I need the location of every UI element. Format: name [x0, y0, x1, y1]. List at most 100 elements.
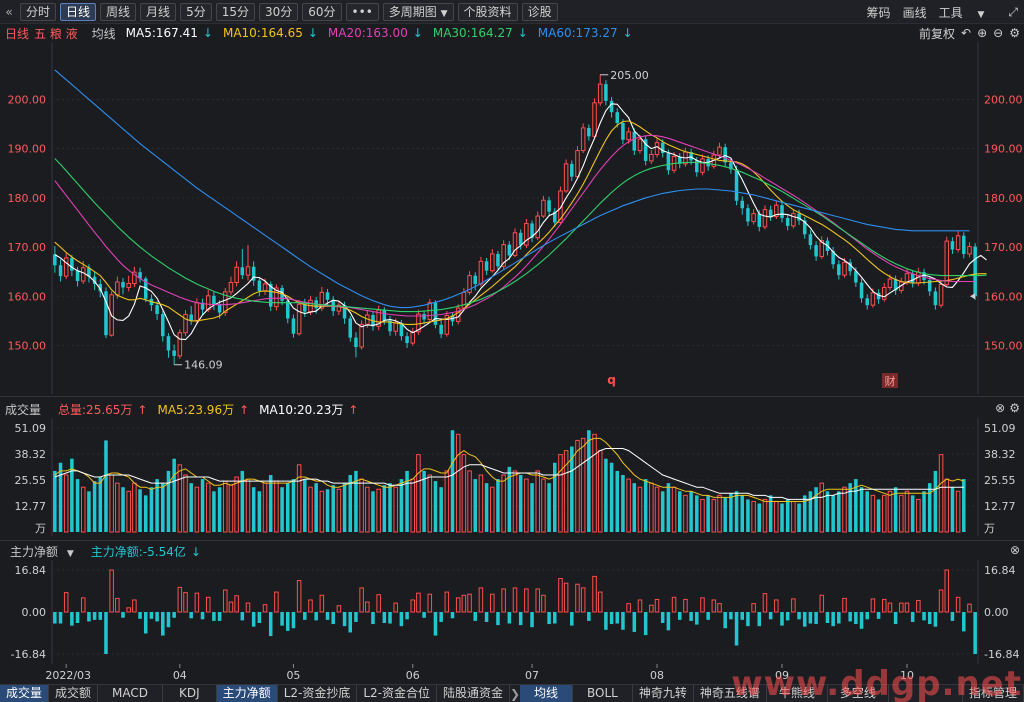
more-periods-button[interactable]: •••	[345, 2, 379, 21]
close-icon[interactable]: ⊗	[995, 401, 1005, 415]
candle-body	[212, 295, 216, 305]
candle-body	[473, 275, 477, 284]
period-60min-button[interactable]: 60分	[302, 2, 342, 21]
period-monthly-button[interactable]: 月线	[140, 2, 177, 21]
flow-panel-header: 主力净额 ▼ 主力净额:-5.54亿 ↓ ⊗	[0, 543, 1024, 559]
flow-bar	[268, 612, 273, 637]
volume-bar	[325, 489, 330, 532]
period-5min-button[interactable]: 5分	[180, 2, 212, 21]
flow-bar	[155, 612, 159, 622]
expand-icon[interactable]: ⤢	[1008, 5, 1018, 20]
flow-bar	[530, 612, 534, 628]
volume-bar	[746, 499, 750, 532]
period-weekly-button[interactable]: 周线	[100, 2, 137, 21]
multi-period-dropdown[interactable]: 多周期图 ▼	[382, 2, 454, 21]
candle-body	[842, 261, 847, 276]
stock-info-button[interactable]: 个股资料	[457, 2, 518, 21]
flow-bar	[217, 612, 222, 621]
volume-bar	[205, 482, 211, 533]
flow-bar	[177, 586, 183, 613]
close-icon[interactable]: ⊗	[1010, 543, 1020, 557]
candle-body	[161, 314, 165, 337]
candle-body	[757, 213, 762, 227]
settings-gear-icon[interactable]: ⚙	[1009, 401, 1020, 415]
candle-body	[808, 234, 813, 246]
tab-turnover[interactable]: 成交额	[49, 685, 99, 702]
tools-menu[interactable]: 工具 ▼	[939, 4, 997, 21]
adjust-dropdown[interactable]: 前复权	[919, 25, 955, 42]
zoom-in-icon[interactable]: ⊕	[977, 26, 987, 40]
volume-bar	[291, 479, 296, 532]
volume-bar	[785, 499, 790, 532]
candle-body	[734, 169, 739, 201]
chips-button[interactable]: 筹码	[867, 4, 891, 21]
volume-ma5-value: MA5:23.96万	[157, 402, 235, 417]
tab-northbound-funds[interactable]: 陆股通资金	[437, 685, 511, 702]
price-tick-left: 190.00	[8, 143, 47, 156]
flow-bar	[314, 612, 318, 621]
tab-macd[interactable]: MACD	[98, 685, 164, 702]
tab-main-net-flow[interactable]: 主力净额	[216, 685, 278, 702]
flow-bar	[427, 593, 433, 613]
flow-bar	[365, 601, 370, 613]
volume-bar	[621, 475, 625, 532]
flow-label[interactable]: 主力净额 ▼	[5, 543, 74, 560]
period-30min-button[interactable]: 30分	[258, 2, 299, 21]
flow-bar	[700, 597, 705, 613]
volume-bar	[774, 500, 779, 533]
flow-bar	[461, 594, 467, 613]
volume-bar	[592, 433, 597, 533]
price-tick-left: 170.00	[8, 241, 47, 254]
candle-body	[183, 314, 188, 334]
tab-l2-bottom-fishing[interactable]: L2-资金抄底	[278, 685, 358, 702]
volume-bar	[734, 491, 739, 532]
undo-icon[interactable]: ↶	[961, 26, 971, 40]
chevron-right-icon[interactable]: ❯	[510, 687, 520, 701]
volume-bar	[251, 487, 256, 532]
volume-bar	[365, 486, 370, 533]
flow-chart[interactable]: 16.84 16.84 0.00 0.00 -16.84 -16.84	[0, 560, 1024, 664]
tab-moving-average[interactable]: 均线	[520, 685, 574, 702]
volume-bar	[751, 500, 756, 533]
tab-magic-nine[interactable]: 神奇九转	[633, 685, 694, 702]
tab-kdj[interactable]: KDJ	[163, 685, 217, 702]
volume-label[interactable]: 成交量	[5, 401, 41, 418]
flow-bar	[245, 602, 251, 613]
price-chart[interactable]: 200.00 200.00 190.00 190.00 180.00 180.00 170.…	[0, 42, 1024, 394]
double-chevron-left-icon[interactable]: «	[2, 5, 16, 19]
price-tick-right: 180.00	[984, 192, 1023, 205]
ma5-value: MA5:167.41	[125, 26, 198, 40]
flow-bar	[729, 612, 733, 620]
candle-body	[75, 270, 80, 282]
volume-chart[interactable]: 51.09 51.09 38.32 38.32 25.55 25.55 12.77 12.77…	[0, 418, 1024, 536]
draw-line-button[interactable]: 画线	[903, 4, 927, 21]
flow-bar	[262, 604, 268, 613]
diagnose-button[interactable]: 诊股	[521, 2, 558, 21]
tab-l2-fund-position[interactable]: L2-资金合位	[357, 685, 437, 702]
period-daily-button[interactable]: 日线	[60, 2, 97, 21]
tab-boll[interactable]: BOLL	[573, 685, 633, 702]
flow-bar	[422, 612, 426, 618]
flow-bar	[166, 612, 171, 628]
volume-bar	[848, 483, 852, 532]
flow-bar	[950, 612, 955, 621]
candle-body	[496, 253, 500, 267]
candle-body	[257, 280, 262, 291]
candle-body	[245, 266, 251, 276]
flow-bar	[746, 612, 750, 627]
period-15min-button[interactable]: 15分	[215, 2, 255, 21]
price-panel-header: 日线 五 粮 液 均线 MA5:167.41 ↓ MA10:164.65 ↓ MA2…	[0, 24, 1024, 42]
flow-bar	[637, 599, 643, 613]
candle-body	[194, 302, 200, 321]
volume-bar	[597, 450, 603, 533]
settings-gear-icon[interactable]: ⚙	[1009, 26, 1020, 40]
zoom-out-icon[interactable]: ⊖	[993, 26, 1003, 40]
candle-body	[478, 260, 484, 285]
flow-bar	[910, 612, 915, 622]
period-intraday-button[interactable]: 分时	[20, 2, 57, 21]
tab-volume[interactable]: 成交量	[0, 685, 50, 702]
ma-label[interactable]: 均线	[92, 25, 116, 42]
watermark: www.ddgp.net	[731, 664, 1022, 702]
volume-bar	[484, 483, 489, 532]
volume-bar	[558, 454, 563, 533]
